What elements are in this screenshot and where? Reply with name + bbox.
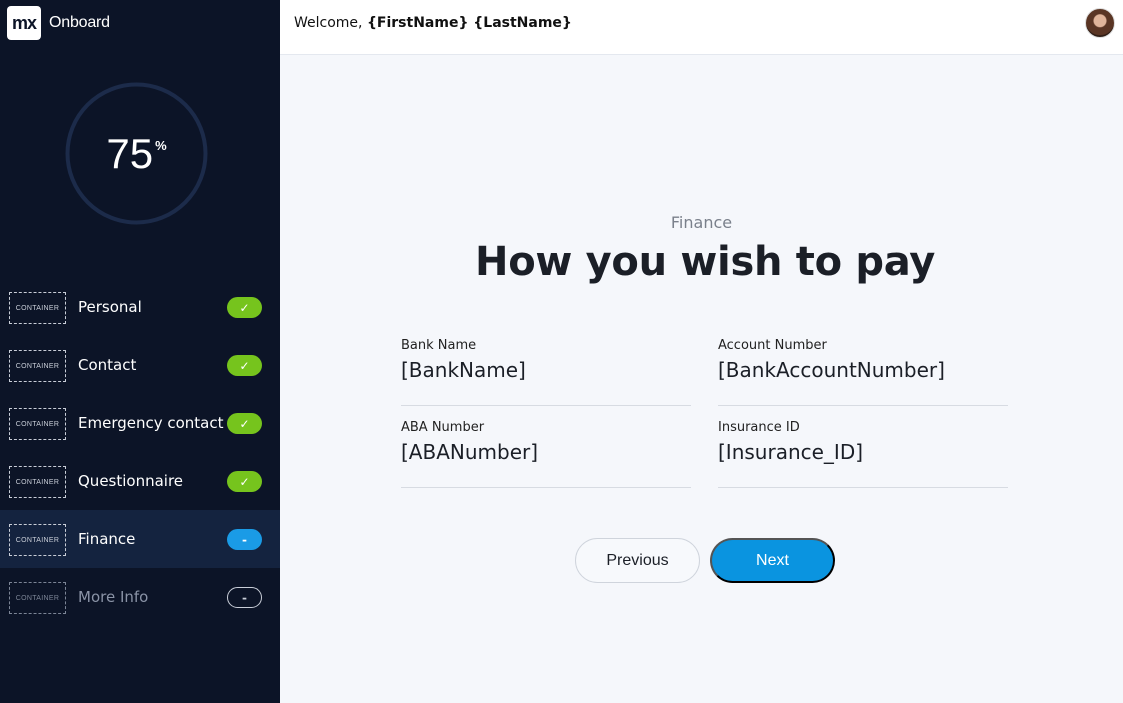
step-container-placeholder: CONTAINER (9, 408, 66, 440)
progress-unit: % (155, 138, 167, 153)
user-name: {FirstName} {LastName} (366, 15, 572, 31)
step-personal[interactable]: CONTAINER Personal ✓ (0, 278, 280, 336)
step-label: Finance (78, 530, 136, 548)
user-avatar[interactable] (1085, 8, 1115, 38)
pending-step-indicator: - (227, 587, 262, 608)
current-step-indicator: - (227, 529, 262, 550)
onboarding-steps: CONTAINER Personal ✓ CONTAINER Contact ✓… (0, 278, 280, 626)
check-icon: ✓ (227, 413, 262, 434)
bank-name-field[interactable]: Bank Name [BankName] (401, 338, 691, 406)
step-container-placeholder: CONTAINER (9, 466, 66, 498)
welcome-prefix: Welcome, (294, 15, 363, 31)
next-button[interactable]: Next (710, 538, 835, 583)
check-icon: ✓ (227, 471, 262, 492)
top-bar: Welcome, {FirstName} {LastName} (280, 0, 1123, 55)
aba-number-field[interactable]: ABA Number [ABANumber] (401, 420, 691, 488)
account-number-field[interactable]: Account Number [BankAccountNumber] (718, 338, 1008, 406)
section-label: Finance (670, 213, 733, 232)
progress-ring: 75 % (65, 82, 208, 225)
step-finance[interactable]: CONTAINER Finance - (0, 510, 280, 568)
mx-logo: mx (7, 6, 41, 40)
welcome-message: Welcome, {FirstName} {LastName} (294, 15, 572, 31)
app-name: Onboard (49, 14, 110, 31)
step-container-placeholder: CONTAINER (9, 292, 66, 324)
step-more-info[interactable]: CONTAINER More Info - (0, 568, 280, 626)
step-emergency-contact[interactable]: CONTAINER Emergency contact ✓ (0, 394, 280, 452)
previous-button[interactable]: Previous (575, 538, 700, 583)
field-label: Insurance ID (718, 420, 800, 435)
main-content: Finance How you wish to pay Bank Name [B… (280, 56, 1123, 703)
step-contact[interactable]: CONTAINER Contact ✓ (0, 336, 280, 394)
step-label: Contact (78, 356, 137, 374)
field-label: Account Number (718, 338, 827, 353)
sidebar: mx Onboard 75 % CONTAINER Personal ✓ CON… (0, 0, 280, 703)
insurance-id-field[interactable]: Insurance ID [Insurance_ID] (718, 420, 1008, 488)
step-questionnaire[interactable]: CONTAINER Questionnaire ✓ (0, 452, 280, 510)
brand[interactable]: mx Onboard (7, 6, 110, 40)
check-icon: ✓ (227, 355, 262, 376)
field-label: Bank Name (401, 338, 477, 353)
step-label: More Info (78, 588, 149, 606)
check-icon: ✓ (227, 297, 262, 318)
progress-value: 75 (106, 129, 154, 177)
step-label: Emergency contact (78, 414, 224, 432)
field-value: [BankAccountNumber] (718, 358, 945, 382)
field-value: [BankName] (401, 358, 526, 382)
page-title: How you wish to pay (475, 239, 935, 285)
step-container-placeholder: CONTAINER (9, 524, 66, 556)
progress-readout: 75 % (65, 82, 208, 225)
field-value: [Insurance_ID] (718, 440, 864, 464)
step-label: Personal (78, 298, 142, 316)
step-container-placeholder: CONTAINER (9, 582, 66, 614)
step-label: Questionnaire (78, 472, 184, 490)
field-value: [ABANumber] (401, 440, 539, 464)
field-label: ABA Number (401, 420, 485, 435)
step-container-placeholder: CONTAINER (9, 350, 66, 382)
